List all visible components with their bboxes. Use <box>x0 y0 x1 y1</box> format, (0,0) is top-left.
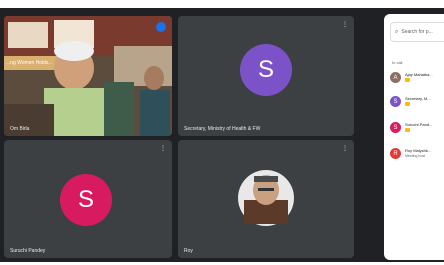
participant-name: Suruchi Pand... <box>405 122 433 127</box>
avatar-letter: A <box>393 74 398 81</box>
participant-role: Meeting host <box>405 154 426 158</box>
meeting-stage: ...ng Women Holds... Om Birla S ⋮ Secret… <box>0 8 444 262</box>
participant-row[interactable]: R Roy Malyshk... Meeting host <box>390 148 444 162</box>
avatar-letter: R <box>393 150 398 157</box>
avatar-letter: S <box>257 56 274 83</box>
tile-name-label: Secretary, Ministry of Health & FW <box>184 126 261 132</box>
speaking-indicator-icon <box>156 22 166 32</box>
host-badge-icon <box>405 102 410 106</box>
avatar: S <box>240 44 292 96</box>
speaker-video-frame <box>4 16 172 136</box>
avatar-letter: S <box>77 186 94 213</box>
participant-tile-secretary[interactable]: S ⋮ Secretary, Ministry of Health & FW <box>178 16 354 136</box>
avatar: S <box>60 174 112 226</box>
participant-name: Secretary, M... <box>405 96 431 101</box>
participant-name: Ajay Mahatka... <box>405 72 433 77</box>
video-tile-speaker[interactable]: ...ng Women Holds... Om Birla <box>4 16 172 136</box>
host-badge-icon <box>405 78 410 82</box>
mic-muted-icon: ⋮ <box>342 146 348 152</box>
banner-text: ...ng Women Holds... <box>6 60 53 66</box>
mic-muted-icon: ⋮ <box>342 22 348 28</box>
search-placeholder: Search for p... <box>401 29 433 35</box>
search-icon: ⌕ <box>395 28 399 35</box>
avatar: A <box>390 72 401 83</box>
participant-row[interactable]: S Suruchi Pand... <box>390 122 444 136</box>
host-badge-icon <box>405 128 410 132</box>
search-input[interactable]: ⌕ Search for p... <box>390 22 444 42</box>
roy-video-frame <box>238 170 294 226</box>
tile-name-label: Roy <box>184 248 193 254</box>
avatar-letter: S <box>393 124 398 131</box>
tile-name-label: Suruchi Pandey <box>10 248 46 254</box>
avatar-letter: S <box>393 98 398 105</box>
participant-row[interactable]: A Ajay Mahatka... <box>390 72 444 86</box>
participant-tile-suruchi[interactable]: S ⋮ Suruchi Pandey <box>4 140 172 258</box>
tile-name-label: Om Birla <box>10 126 30 132</box>
mic-muted-icon: ⋮ <box>160 146 166 152</box>
participant-name: Roy Malyshk... <box>405 148 432 153</box>
avatar: S <box>390 122 401 133</box>
in-call-label: In call <box>392 60 403 65</box>
video-tile-roy[interactable]: ⋮ Roy <box>178 140 354 258</box>
people-panel: ⌕ Search for p... In call A Ajay Mahatka… <box>384 14 444 260</box>
participant-row[interactable]: S Secretary, M... <box>390 96 444 110</box>
avatar: R <box>390 148 401 159</box>
avatar: S <box>390 96 401 107</box>
